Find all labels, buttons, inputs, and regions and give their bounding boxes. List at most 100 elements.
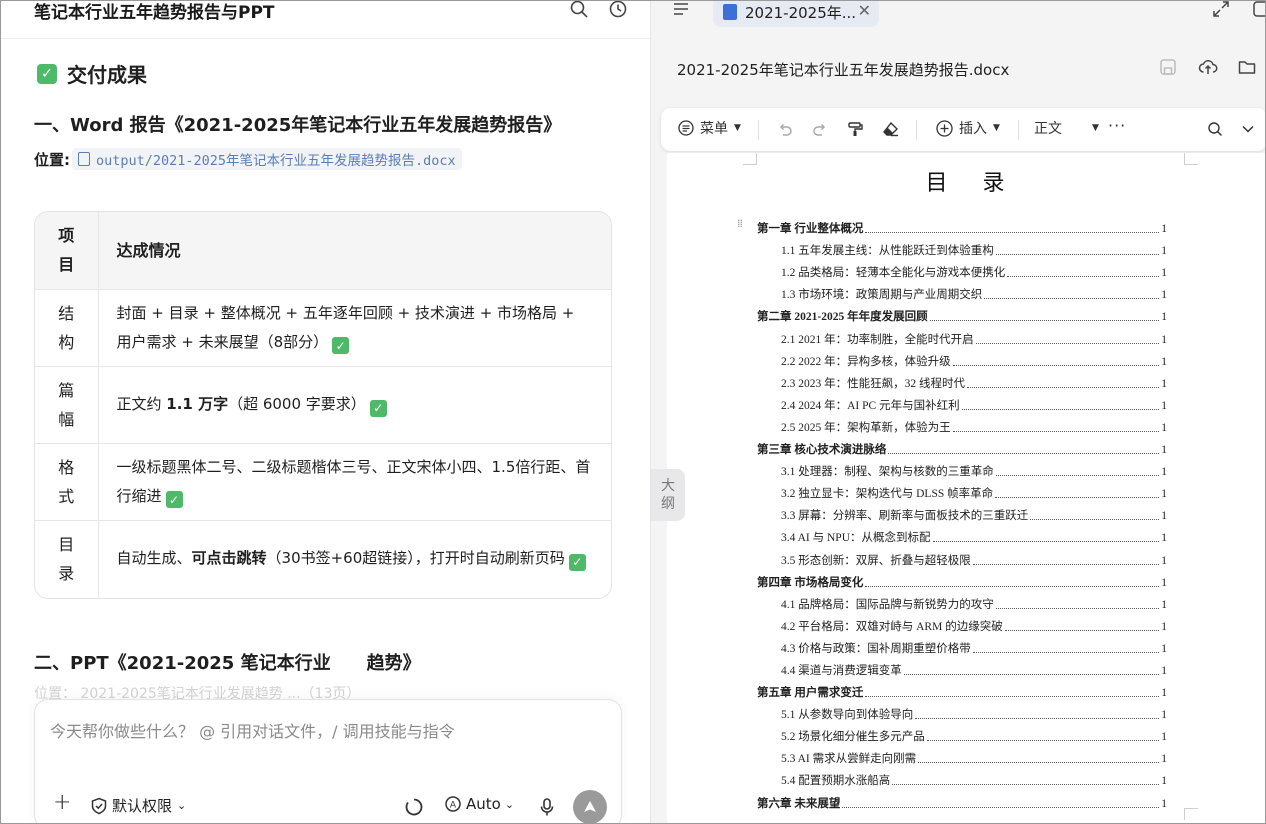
menu-icon[interactable] bbox=[671, 1, 691, 20]
drag-handle-icon[interactable]: ⁞⁞ bbox=[737, 217, 743, 230]
chevron-down-icon[interactable] bbox=[1241, 122, 1255, 136]
chat-title: 笔记本行业五年趋势报告与PPT bbox=[34, 3, 275, 23]
toc-entry[interactable]: 4.3 价格与政策：国补周期重塑价格带 1 bbox=[757, 634, 1167, 656]
folder-icon[interactable] bbox=[1237, 57, 1257, 77]
toc-chapter[interactable]: 第五章 用户需求变迁 1 bbox=[757, 678, 1167, 700]
toc-entry[interactable]: 4.1 品牌格局：国际品牌与新锐势力的攻守 1 bbox=[757, 590, 1167, 612]
toc-entry[interactable]: 2.2 2022 年：异构多核，体验升级 1 bbox=[757, 347, 1167, 369]
toc-chapter[interactable]: 第六章 未来展望 1 bbox=[757, 788, 1167, 810]
save-icon[interactable] bbox=[1158, 57, 1178, 77]
undo-icon[interactable] bbox=[777, 121, 793, 137]
toc-page-number: 1 bbox=[1161, 444, 1167, 457]
toc-leader-dots bbox=[975, 342, 1160, 344]
toc-page-number: 1 bbox=[1161, 399, 1167, 412]
table-row: 结 构 封面 + 目录 + 整体概况 + 五年逐年回顾 + 技术演进 + 市场格… bbox=[35, 288, 611, 366]
toc-leader-dots bbox=[865, 585, 1160, 587]
toc-page-number: 1 bbox=[1161, 753, 1167, 766]
history-icon[interactable] bbox=[608, 1, 628, 19]
toc-entry[interactable]: 5.2 场景化细分催生多元产品 1 bbox=[757, 722, 1167, 744]
toc-entry-text: 第五章 用户需求变迁 bbox=[757, 687, 864, 700]
toc-entry[interactable]: 4.4 渠道与消费逻辑变革 1 bbox=[757, 656, 1167, 678]
page-corner-mark bbox=[1184, 808, 1198, 820]
loading-icon bbox=[405, 798, 423, 816]
add-icon[interactable]: + bbox=[53, 790, 71, 815]
toc-entry[interactable]: 2.1 2021 年：功率制胜，全能时代开启 1 bbox=[757, 324, 1167, 346]
toc-page-number: 1 bbox=[1161, 642, 1167, 655]
toc-entry[interactable]: 1.2 品类格局：轻薄本全能化与游戏本便携化 1 bbox=[757, 258, 1167, 280]
more-icon[interactable]: ··· bbox=[1108, 116, 1126, 135]
toc-entry[interactable]: 3.5 形态创新：双屏、折叠与超轻极限 1 bbox=[757, 545, 1167, 567]
table-header-row: 项 目 达成情况 bbox=[35, 212, 611, 289]
toc-chapter[interactable]: 第一章 行业整体概况 1 bbox=[757, 214, 1167, 236]
toc-entry[interactable]: 3.3 屏幕：分辨率、刷新率与面板技术的三重跃迁 1 bbox=[757, 501, 1167, 523]
microphone-icon[interactable] bbox=[539, 797, 555, 817]
toc-page-number: 1 bbox=[1161, 687, 1167, 700]
style-dropdown[interactable]: 正文 ▼ bbox=[1034, 118, 1099, 138]
toc-leader-dots bbox=[995, 254, 1160, 256]
toc-entry[interactable]: 3.2 独立显卡：架构迭代与 DLSS 帧率革命 1 bbox=[757, 479, 1167, 501]
toolbar-separator bbox=[1018, 120, 1019, 140]
chevron-down-icon[interactable]: ⌄ bbox=[314, 644, 340, 670]
expand-icon[interactable] bbox=[1211, 1, 1231, 19]
table-header-item: 项 目 bbox=[35, 212, 99, 289]
toc-entry[interactable]: 1.1 五年发展主线：从性能跃迁到体验重构 1 bbox=[757, 236, 1167, 258]
search-icon[interactable] bbox=[569, 1, 589, 19]
toc-page-number: 1 bbox=[1161, 532, 1167, 545]
toc-entry[interactable]: 2.4 2024 年：AI PC 元年与国补红利 1 bbox=[757, 391, 1167, 413]
chat-input-placeholder[interactable]: 今天帮你做些什么？ @ 引用对话文件，/ 调用技能与指令 bbox=[50, 718, 455, 742]
toc-entry[interactable]: 5.4 配置预期水涨船高 1 bbox=[757, 766, 1167, 788]
format-painter-icon[interactable] bbox=[847, 121, 863, 137]
plus-circle-icon bbox=[936, 119, 953, 137]
menu-button[interactable]: 菜单 ▼ bbox=[678, 118, 741, 138]
toc-entry[interactable]: 5.3 AI 需求从尝鲜走向刚需 1 bbox=[757, 744, 1167, 766]
toc-chapter[interactable]: 第三章 核心技术演进脉络 1 bbox=[757, 435, 1167, 457]
send-button[interactable] bbox=[573, 790, 607, 823]
check-icon: ✓ bbox=[369, 399, 387, 417]
toc-entry-text: 第二章 2021-2025 年年度发展回顾 bbox=[757, 311, 928, 324]
upload-icon[interactable] bbox=[1198, 57, 1218, 77]
search-icon[interactable] bbox=[1207, 121, 1223, 137]
table-cell-item: 格 式 bbox=[35, 442, 99, 520]
outline-toggle[interactable]: 大 纲 bbox=[651, 469, 685, 521]
permission-dropdown[interactable]: 默认权限 ⌄ bbox=[90, 795, 186, 816]
toc-entry-text: 4.1 品牌格局：国际品牌与新锐势力的攻守 bbox=[781, 598, 994, 611]
toc-entry[interactable]: 3.1 处理器：制程、架构与核数的三重革命 1 bbox=[757, 457, 1167, 479]
toc-entry[interactable]: 5.1 从参数导向到体验导向 1 bbox=[757, 700, 1167, 722]
toc-leader-dots bbox=[892, 784, 1160, 786]
table-cell-item: 篇 幅 bbox=[35, 365, 99, 443]
toc-page-number: 1 bbox=[1161, 598, 1167, 611]
insert-button[interactable]: 插入 ▼ bbox=[936, 118, 1000, 138]
toc-leader-dots bbox=[995, 475, 1160, 477]
toc-chapter[interactable]: 第四章 市场格局变化 1 bbox=[757, 568, 1167, 590]
document-page[interactable]: 目 录 ⁞⁞ 第一章 行业整体概况 1 1.1 五年发展主线：从性能跃迁到体验重构 1… bbox=[667, 153, 1265, 823]
toc-entry[interactable]: 1.3 市场环境：政策周期与产业周期交织 1 bbox=[757, 280, 1167, 302]
toc-page-number: 1 bbox=[1161, 731, 1167, 744]
toc-page-number: 1 bbox=[1161, 223, 1167, 236]
toc-leader-dots bbox=[972, 563, 1160, 565]
toc-entry[interactable]: 2.5 2025 年：架构革新，体验为王 1 bbox=[757, 413, 1167, 435]
doc-tab[interactable]: 2021-2025年... ✕ bbox=[713, 1, 879, 27]
status-text: （超 6000 字要求） bbox=[228, 395, 366, 413]
toolbar-separator bbox=[758, 120, 759, 140]
model-dropdown[interactable]: A Auto ⌄ bbox=[444, 795, 514, 813]
status-text: 自动生成、 bbox=[116, 549, 192, 568]
file-link-chip[interactable]: output/2021-2025年笔记本行业五年发展趋势报告.docx bbox=[72, 148, 462, 170]
chat-input-box[interactable]: 今天帮你做些什么？ @ 引用对话文件，/ 调用技能与指令 + 默认权限 ⌄ A … bbox=[34, 699, 622, 823]
redo-icon[interactable] bbox=[812, 121, 828, 137]
location-label: 位置: bbox=[34, 150, 70, 169]
table-cell-status: 封面 + 目录 + 整体概况 + 五年逐年回顾 + 技术演进 + 市场格局 + … bbox=[98, 288, 611, 366]
toc-chapter[interactable]: 第二章 2021-2025 年年度发展回顾 1 bbox=[757, 302, 1167, 324]
status-bold: 1.1 万字 bbox=[166, 395, 229, 413]
toc-entry[interactable]: 3.4 AI 与 NPU：从概念到标配 1 bbox=[757, 523, 1167, 545]
doc-tab-label: 2021-2025年... bbox=[745, 3, 857, 22]
table-cell-status: 自动生成、可点击跳转（30书签+60超链接），打开时自动刷新页码 ✓ bbox=[98, 519, 611, 597]
toc-page-number: 1 bbox=[1161, 421, 1167, 434]
window-icon[interactable] bbox=[1251, 1, 1266, 19]
toc-entry[interactable]: 2.3 2023 年：性能狂飙，32 线程时代 1 bbox=[757, 369, 1167, 391]
close-icon[interactable]: ✕ bbox=[858, 1, 871, 20]
toc-leader-dots bbox=[952, 364, 1160, 366]
eraser-icon[interactable] bbox=[882, 121, 899, 137]
table-cell-item: 结 构 bbox=[35, 288, 99, 366]
toc-entry[interactable]: 4.2 平台格局：双雄对峙与 ARM 的边缘突破 1 bbox=[757, 612, 1167, 634]
cell-text: 格 式 bbox=[58, 457, 75, 506]
